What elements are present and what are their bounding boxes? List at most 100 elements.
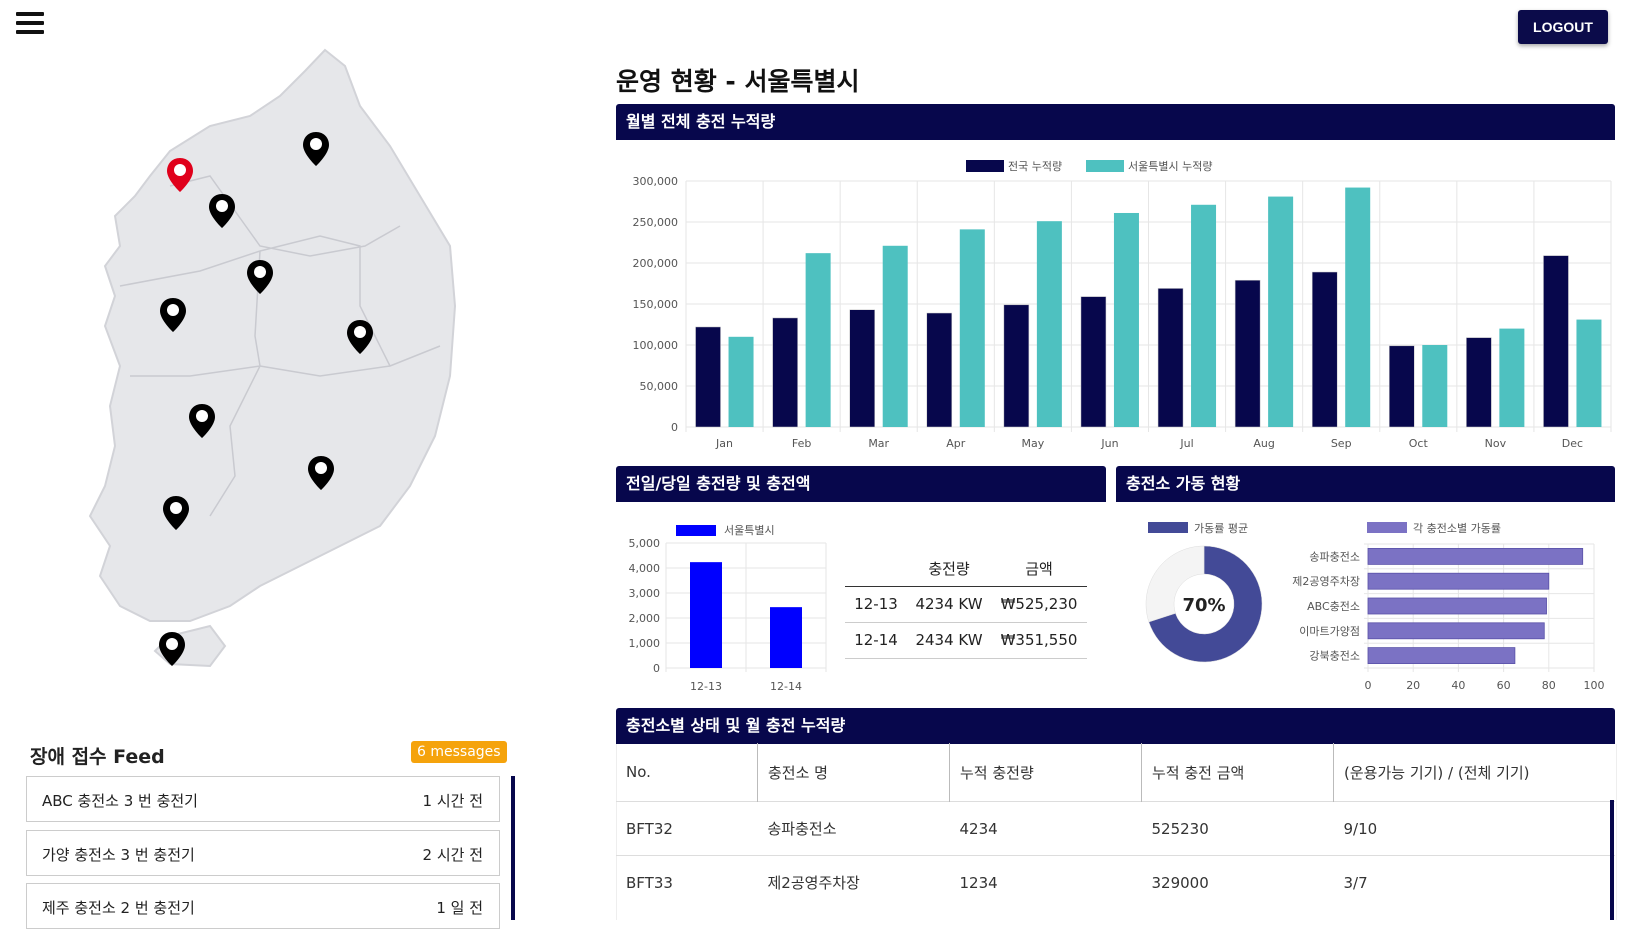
- pin-hole: [354, 326, 366, 338]
- col-total-amount: 누적 충전 금액: [1141, 743, 1334, 802]
- legend-label: 전국 누적량: [1008, 160, 1062, 173]
- bar-national: [695, 326, 721, 428]
- col-total-charge: 누적 충전량: [949, 743, 1142, 802]
- cell-station-name: 제2공영주차장: [757, 855, 950, 909]
- map-pin-icon[interactable]: [245, 258, 275, 296]
- feed-item[interactable]: ABC 충전소 3 번 충전기 1 시간 전: [26, 776, 500, 822]
- pin-hole: [310, 138, 322, 150]
- station-rate-chart: 각 충전소별 가동률 0 20 40 60 80 100 송파충전소제2공영주차장 ABC충전소…: [1292, 522, 1605, 692]
- x-tick-label: 60: [1497, 679, 1511, 692]
- operation-panel-header: 충전소 가동 현황: [1116, 466, 1615, 502]
- y-tick-label: 5,000: [629, 537, 661, 550]
- bar-seoul: [1499, 328, 1525, 427]
- x-tick-label: Oct: [1409, 437, 1429, 450]
- logout-button[interactable]: LOGOUT: [1518, 10, 1608, 44]
- y-tick-label: 250,000: [633, 216, 679, 229]
- cell-no: BFT33: [616, 855, 758, 909]
- bar: [770, 607, 802, 668]
- legend-swatch: [966, 160, 1004, 172]
- y-tick-label: 4,000: [629, 562, 661, 575]
- daily-table: 충전량 금액 12-13 4234 KW ₩525,230 12-14 2434…: [845, 552, 1087, 659]
- bar-seoul: [1191, 204, 1217, 427]
- pin-hole: [174, 164, 186, 176]
- x-tick-label: 0: [1365, 679, 1372, 692]
- map-pin-icon[interactable]: [301, 130, 331, 168]
- map-landmass: [88, 48, 457, 622]
- map-pin-icon[interactable]: [207, 192, 237, 230]
- korea-map: [88, 48, 457, 668]
- bar: [1367, 548, 1584, 565]
- col-no: No.: [626, 763, 651, 781]
- feed-item-name: ABC 충전소 3 번 충전기: [42, 792, 198, 810]
- map-pin-icon[interactable]: [157, 630, 187, 668]
- bar-seoul: [882, 245, 908, 427]
- bar-national: [926, 312, 953, 428]
- cell-device-ratio: 3/7: [1333, 855, 1615, 909]
- x-tick-label: Apr: [946, 437, 966, 450]
- bar-national: [1157, 288, 1184, 428]
- daily-row-date: 12-14: [854, 631, 898, 649]
- y-tick-label: 200,000: [633, 257, 679, 270]
- feed-item[interactable]: 제주 충전소 2 번 충전기 1 일 전: [26, 883, 500, 929]
- daily-panel-header: 전일/당일 충전량 및 충전액: [616, 466, 1106, 502]
- monthly-chart: 전국 누적량 서울특별시 누적량 0 50,000 100,000 150,000 200,…: [633, 160, 1612, 450]
- map-pin-icon[interactable]: [158, 296, 188, 334]
- feed-item-time: 1 시간 전: [422, 792, 483, 810]
- table-row[interactable]: BFT32 송파충전소 4234 525230 9/10: [616, 801, 1615, 856]
- x-tick-label: May: [1022, 437, 1045, 450]
- bar-national: [849, 309, 875, 428]
- bar: [1367, 597, 1547, 615]
- feed-scrollbar[interactable]: [511, 776, 515, 920]
- cell-total-charge: 1234: [949, 855, 1142, 909]
- map-pin-icon[interactable]: [187, 402, 217, 440]
- pin-hole: [315, 462, 327, 474]
- legend-swatch: [1367, 522, 1407, 533]
- bar-seoul: [1576, 319, 1602, 427]
- cell-total-amount: 525230: [1141, 801, 1334, 856]
- x-tick-label: Jun: [1100, 437, 1118, 450]
- cell-total-charge: 4234: [949, 801, 1142, 856]
- bar-seoul: [1036, 221, 1062, 427]
- pin-hole: [196, 410, 208, 422]
- x-tick-label: Aug: [1253, 437, 1274, 450]
- daily-table-header-date: [845, 552, 907, 586]
- daily-row-amount: 4234 KW: [915, 595, 983, 613]
- col-device-ratio: (운용가능 기기) / (전체 기기): [1333, 743, 1615, 802]
- map-pin-icon[interactable]: [161, 494, 191, 532]
- pin-hole: [254, 266, 266, 278]
- cell-station-name: 송파충전소: [757, 801, 950, 856]
- bar-seoul: [805, 253, 831, 427]
- cell-no: BFT32: [616, 801, 758, 856]
- table-row[interactable]: BFT33 제2공영주차장 1234 329000 3/7: [616, 855, 1615, 909]
- pin-hole: [166, 638, 178, 650]
- feed-item[interactable]: 가양 충전소 3 번 충전기 2 시간 전: [26, 830, 500, 876]
- page-title: 운영 현황 - 서울특별시: [616, 67, 860, 96]
- y-tick-label: 300,000: [633, 175, 679, 188]
- feed-item-name: 제주 충전소 2 번 충전기: [42, 899, 195, 917]
- bar: [690, 562, 722, 668]
- cell-total-amount: 329000: [1141, 855, 1334, 909]
- x-tick-label: Jul: [1179, 437, 1193, 450]
- table-scrollbar[interactable]: [1610, 800, 1614, 920]
- daily-row-amount: 2434 KW: [915, 631, 983, 649]
- x-tick-label: Nov: [1485, 437, 1507, 450]
- x-tick-label: 80: [1542, 679, 1556, 692]
- daily-table-row: 12-13 4234 KW ₩525,230: [845, 586, 1087, 622]
- map-pin-icon[interactable]: [306, 454, 336, 492]
- legend-label: 가동률 평균: [1194, 522, 1248, 535]
- legend-swatch: [676, 525, 716, 536]
- bar: [1367, 647, 1516, 665]
- donut-center-label: 70%: [1182, 595, 1225, 616]
- bar: [1367, 622, 1545, 640]
- y-tick-label: 이마트가양점: [1299, 625, 1360, 638]
- map-pin-icon[interactable]: [345, 318, 375, 356]
- station-table-header: 충전소별 상태 및 월 충전 누적량: [616, 708, 1615, 744]
- cell-device-ratio: 9/10: [1333, 801, 1615, 856]
- bar-seoul: [1345, 187, 1371, 427]
- menu-icon[interactable]: [16, 12, 44, 36]
- legend-label: 서울특별시 누적량: [1128, 160, 1212, 173]
- x-tick-label: Sep: [1331, 437, 1352, 450]
- bar-seoul: [959, 229, 985, 427]
- station-table-head-row: No. 충전소 명 누적 충전량 누적 충전 금액 (운용가능 기기) / (전…: [616, 743, 1615, 802]
- map-pin-icon[interactable]: [165, 156, 195, 194]
